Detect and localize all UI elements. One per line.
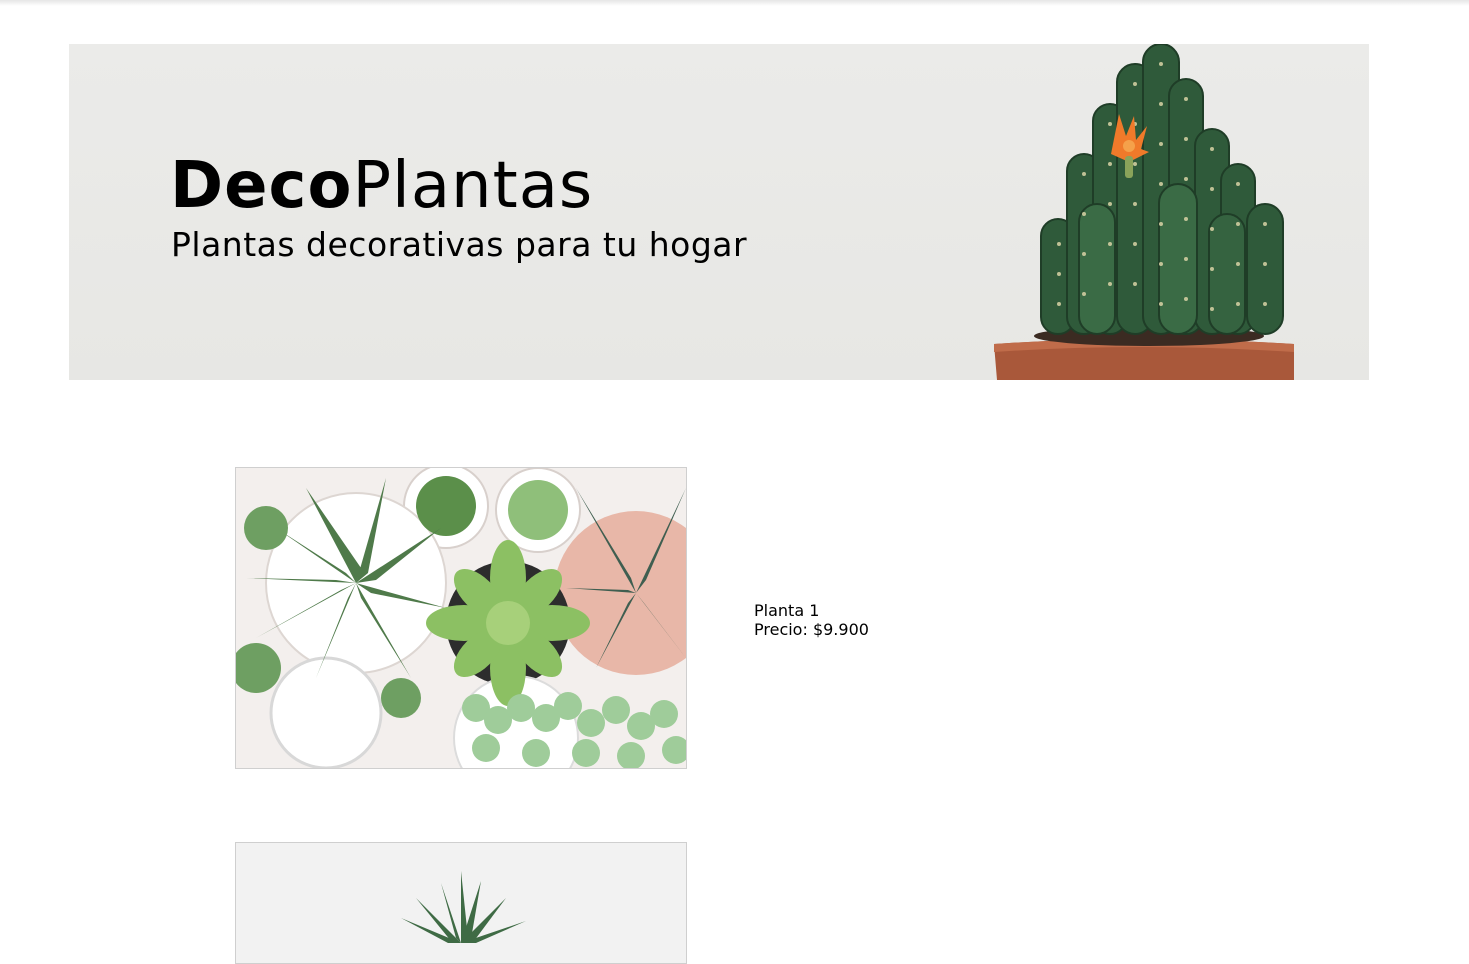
product-image-planta-1[interactable] bbox=[235, 467, 687, 769]
brand-logo-text: DecoPlantas bbox=[170, 148, 593, 224]
brand-regular: Plantas bbox=[352, 149, 594, 223]
browser-top-shadow bbox=[0, 0, 1469, 6]
product-price: Precio: $9.900 bbox=[754, 620, 869, 639]
product-image-2[interactable] bbox=[235, 842, 687, 964]
hero-banner: DecoPlantas Plantas decorativas para tu … bbox=[69, 44, 1369, 380]
brand-bold: Deco bbox=[170, 149, 353, 223]
product-info-planta-1: Planta 1 Precio: $9.900 bbox=[754, 601, 869, 639]
succulents-photo-icon bbox=[236, 468, 686, 768]
tagline: Plantas decorativas para tu hogar bbox=[171, 225, 748, 264]
aloe-photo-icon bbox=[236, 843, 686, 963]
product-name: Planta 1 bbox=[754, 601, 820, 620]
cactus-pot-icon bbox=[994, 44, 1294, 380]
